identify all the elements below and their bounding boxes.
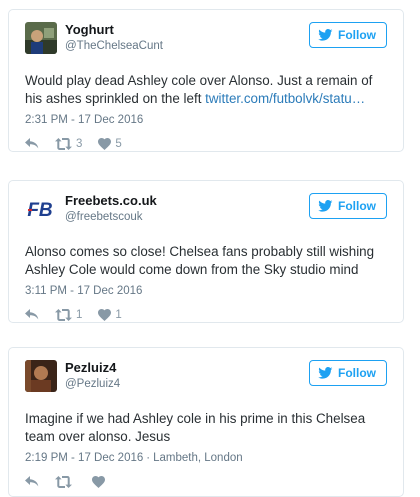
tweet-link[interactable]: twitter.com/futbolvk/statu…	[205, 91, 365, 106]
tweet-actions: 1 1	[25, 308, 387, 322]
reply-icon	[25, 138, 39, 149]
tweet-author[interactable]: Yoghurt @TheChelseaCunt	[65, 22, 163, 54]
retweet-count: 1	[76, 309, 83, 321]
tweet-time[interactable]: 2:19 PM - 17 Dec 2016	[25, 452, 143, 464]
tweet-time[interactable]: 2:31 PM - 17 Dec 2016	[25, 114, 143, 126]
reply-button[interactable]	[25, 476, 39, 488]
heart-icon	[98, 309, 112, 321]
retweet-icon	[55, 476, 72, 488]
follow-button[interactable]: Follow	[309, 360, 387, 386]
like-button[interactable]	[92, 476, 109, 488]
tweet-text: Imagine if we had Ashley cole in his pri…	[25, 410, 375, 446]
retweet-button[interactable]	[55, 476, 76, 488]
tweet-location[interactable]: Lambeth, London	[153, 452, 243, 464]
tweet-header: Yoghurt @TheChelseaCunt Follow	[25, 22, 387, 70]
heart-icon	[92, 476, 105, 488]
tweet-time[interactable]: 3:11 PM - 17 Dec 2016	[25, 285, 142, 297]
follow-label: Follow	[338, 199, 376, 213]
tweet-text: Alonso comes so close! Chelsea fans prob…	[25, 243, 375, 279]
meta-separator: ·	[146, 452, 151, 464]
bird-icon	[318, 29, 333, 41]
like-count: 5	[115, 138, 122, 150]
follow-button[interactable]: Follow	[309, 193, 387, 219]
reply-icon	[25, 476, 39, 487]
retweet-count: 3	[76, 138, 83, 150]
bird-icon	[318, 367, 333, 379]
tweet-card: FB Freebets.co.uk @freebetscouk Follow A…	[8, 180, 404, 323]
user-handle[interactable]: @freebetscouk	[65, 209, 157, 225]
display-name[interactable]: Freebets.co.uk	[65, 193, 157, 209]
like-button[interactable]: 5	[98, 138, 122, 150]
tweet-timestamp[interactable]: 2:19 PM - 17 Dec 2016 · Lambeth, London	[25, 451, 387, 465]
like-button[interactable]: 1	[98, 309, 122, 321]
avatar[interactable]	[25, 360, 57, 392]
tweet-card: Pezluiz4 @Pezluiz4 Follow Imagine if we …	[8, 347, 404, 497]
tweet-body: Alonso comes so close! Chelsea fans prob…	[25, 244, 375, 277]
bird-icon	[318, 200, 333, 212]
retweet-button[interactable]: 1	[55, 309, 82, 321]
user-handle[interactable]: @TheChelseaCunt	[65, 38, 163, 54]
reply-button[interactable]	[25, 138, 39, 150]
tweet-actions: 3 5	[25, 137, 387, 151]
tweet-timestamp[interactable]: 3:11 PM - 17 Dec 2016	[25, 284, 387, 298]
reply-icon	[25, 309, 39, 320]
tweet-header: Pezluiz4 @Pezluiz4 Follow	[25, 360, 387, 408]
retweet-icon	[55, 309, 72, 321]
reply-button[interactable]	[25, 309, 39, 321]
follow-label: Follow	[338, 28, 376, 42]
display-name[interactable]: Yoghurt	[65, 22, 163, 38]
retweet-icon	[55, 138, 72, 150]
avatar[interactable]	[25, 22, 57, 54]
tweet-author[interactable]: Freebets.co.uk @freebetscouk	[65, 193, 157, 225]
tweet-body: Imagine if we had Ashley cole in his pri…	[25, 411, 366, 444]
retweet-button[interactable]: 3	[55, 138, 82, 150]
tweet-author[interactable]: Pezluiz4 @Pezluiz4	[65, 360, 120, 392]
user-handle[interactable]: @Pezluiz4	[65, 376, 120, 392]
like-count: 1	[115, 309, 122, 321]
heart-icon	[98, 138, 112, 150]
tweet-header: FB Freebets.co.uk @freebetscouk Follow	[25, 193, 387, 241]
follow-button[interactable]: Follow	[309, 22, 387, 48]
follow-label: Follow	[338, 366, 376, 380]
tweet-actions	[25, 475, 387, 489]
tweet-timestamp[interactable]: 2:31 PM - 17 Dec 2016	[25, 113, 387, 127]
tweet-text: Would play dead Ashley cole over Alonso.…	[25, 72, 375, 108]
avatar[interactable]: FB	[25, 193, 57, 225]
display-name[interactable]: Pezluiz4	[65, 360, 120, 376]
tweet-card: Yoghurt @TheChelseaCunt Follow Would pla…	[8, 9, 404, 152]
